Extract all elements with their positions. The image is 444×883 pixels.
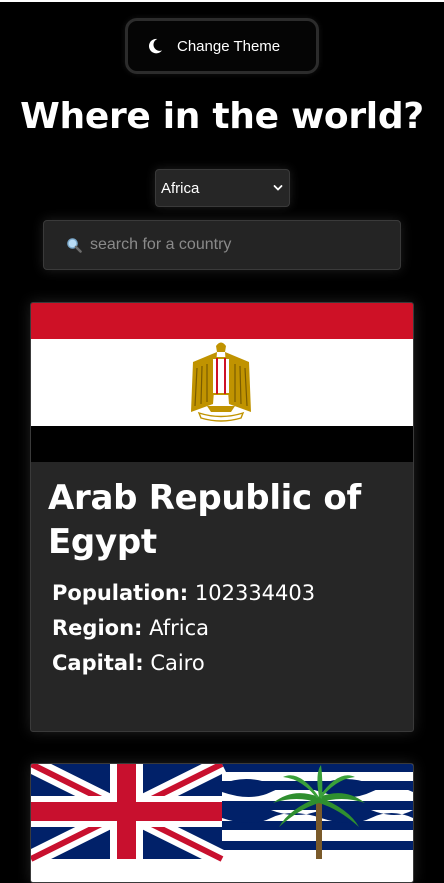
chevron-down-icon: [273, 185, 283, 191]
population-label: Population:: [52, 581, 189, 605]
population-value: 102334403: [194, 581, 316, 605]
window-top-edge: [0, 0, 444, 2]
country-card[interactable]: Arab Republic of Egypt Population: 10233…: [30, 302, 414, 732]
country-card[interactable]: [30, 763, 414, 883]
british-indian-ocean-territory-flag-icon: [31, 764, 413, 882]
country-name: Arab Republic of Egypt: [48, 478, 361, 562]
region-row: Region: Africa: [52, 611, 396, 646]
search-input[interactable]: [90, 236, 370, 254]
population-row: Population: 102334403: [52, 576, 396, 611]
region-select-value: Africa: [161, 179, 200, 197]
region-value: Africa: [149, 616, 210, 640]
egypt-flag-icon: [31, 303, 413, 462]
search-box[interactable]: [43, 220, 401, 270]
capital-label: Capital:: [52, 651, 144, 675]
capital-row: Capital: Cairo: [52, 646, 396, 681]
page-title: Where in the world?: [20, 96, 424, 137]
moon-icon: [148, 38, 163, 54]
region-filter-select[interactable]: Africa: [155, 169, 290, 207]
region-label: Region:: [52, 616, 143, 640]
change-theme-button[interactable]: Change Theme: [125, 18, 319, 74]
search-icon: [67, 238, 82, 253]
change-theme-label: Change Theme: [177, 37, 281, 55]
capital-value: Cairo: [150, 651, 205, 675]
